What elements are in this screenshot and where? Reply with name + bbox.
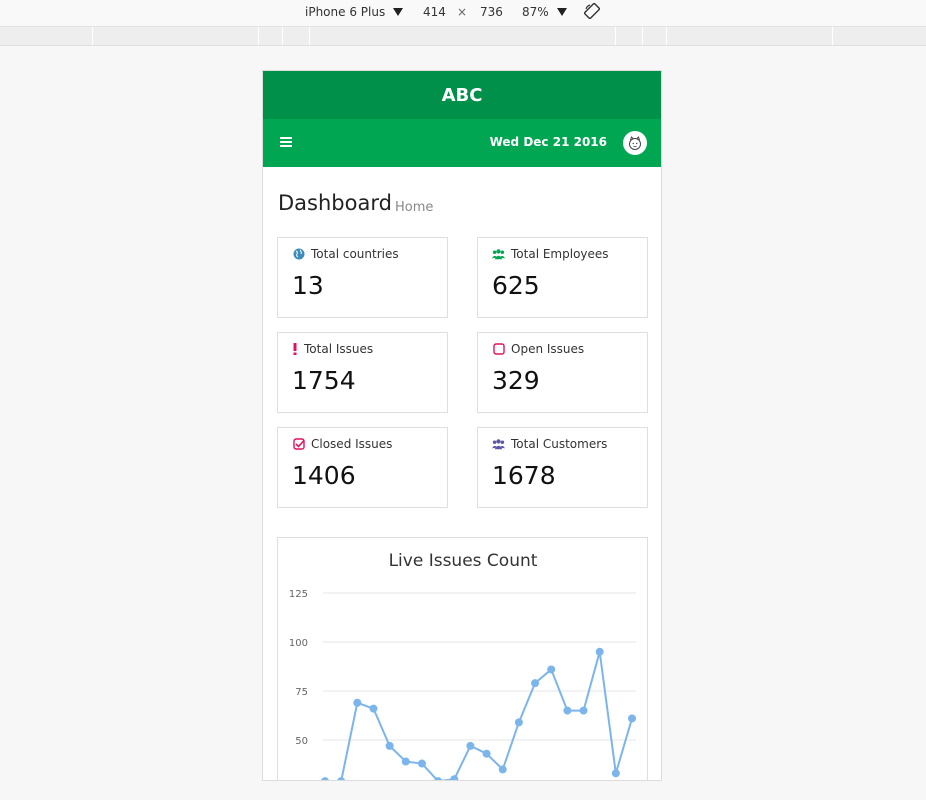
data-point[interactable] bbox=[595, 647, 604, 656]
stat-label: Open Issues bbox=[511, 342, 585, 356]
stats-grid: Total countries 13 Total Employees 625 T… bbox=[277, 237, 648, 533]
dimension-separator: × bbox=[457, 5, 468, 19]
series-issues bbox=[321, 647, 636, 781]
brand-bar: ABC bbox=[263, 71, 661, 119]
users-icon bbox=[492, 438, 505, 451]
stat-label: Total Employees bbox=[511, 247, 609, 261]
chart-grid bbox=[323, 592, 636, 741]
zoom-label: 87% bbox=[522, 5, 549, 19]
page-title: Dashboard bbox=[278, 191, 392, 215]
check-square-icon bbox=[292, 438, 305, 451]
stat-value: 1406 bbox=[292, 461, 356, 490]
y-tick-label: 100 bbox=[289, 638, 308, 649]
data-point[interactable] bbox=[401, 757, 410, 766]
y-axis-ticks: 125 100 75 50 bbox=[289, 589, 308, 747]
rotate-icon[interactable] bbox=[583, 2, 601, 22]
y-tick-label: 125 bbox=[289, 589, 308, 600]
data-point[interactable] bbox=[321, 777, 329, 781]
current-date: Wed Dec 21 2016 bbox=[489, 135, 607, 149]
square-icon bbox=[492, 343, 505, 356]
users-icon bbox=[492, 248, 505, 261]
data-point[interactable] bbox=[353, 698, 362, 707]
stat-card-total-issues[interactable]: Total Issues 1754 bbox=[277, 332, 448, 413]
data-point[interactable] bbox=[369, 704, 378, 713]
data-point[interactable] bbox=[498, 765, 507, 774]
data-point[interactable] bbox=[514, 718, 523, 727]
data-point[interactable] bbox=[482, 749, 491, 758]
chevron-down-icon bbox=[393, 8, 404, 16]
chart-title: Live Issues Count bbox=[389, 551, 538, 571]
stat-card-closed-issues[interactable]: Closed Issues 1406 bbox=[277, 427, 448, 508]
y-tick-label: 50 bbox=[295, 736, 308, 747]
stat-value: 625 bbox=[492, 271, 540, 300]
data-point[interactable] bbox=[628, 714, 636, 723]
avatar[interactable] bbox=[623, 131, 647, 155]
stat-value: 329 bbox=[492, 366, 540, 395]
stat-label: Total Issues bbox=[304, 342, 374, 356]
width-field[interactable]: 414 bbox=[423, 5, 446, 19]
device-label: iPhone 6 Plus bbox=[305, 5, 386, 19]
data-point[interactable] bbox=[466, 741, 475, 750]
stat-value: 1754 bbox=[292, 366, 356, 395]
series-line bbox=[340, 651, 633, 780]
stat-value: 13 bbox=[292, 271, 324, 300]
stat-card-open-issues[interactable]: Open Issues 329 bbox=[477, 332, 648, 413]
exclamation-icon bbox=[292, 343, 298, 356]
top-navbar: Wed Dec 21 2016 bbox=[263, 119, 661, 167]
breadcrumb[interactable]: Home bbox=[395, 200, 433, 215]
data-point[interactable] bbox=[531, 679, 540, 688]
data-point[interactable] bbox=[417, 759, 426, 768]
data-point[interactable] bbox=[547, 665, 556, 674]
data-point[interactable] bbox=[563, 706, 572, 715]
stat-label: Closed Issues bbox=[311, 437, 393, 451]
stat-card-total-customers[interactable]: Total Customers 1678 bbox=[477, 427, 648, 508]
user-avatar-icon bbox=[629, 136, 641, 150]
stat-card-total-employees[interactable]: Total Employees 625 bbox=[477, 237, 648, 318]
y-tick-label: 75 bbox=[295, 687, 308, 698]
live-issues-chart: Live Issues Count 125 100 75 50 bbox=[277, 537, 648, 781]
chart-canvas: Live Issues Count 125 100 75 50 bbox=[289, 551, 636, 781]
stat-label: Total Customers bbox=[511, 437, 608, 451]
brand-logo[interactable]: ABC bbox=[442, 85, 483, 106]
data-point[interactable] bbox=[385, 741, 394, 750]
globe-icon bbox=[292, 248, 305, 261]
data-point[interactable] bbox=[450, 775, 459, 781]
device-viewport: ABC Wed Dec 21 2016 Dashboard Home Total… bbox=[262, 70, 662, 781]
stat-value: 1678 bbox=[492, 461, 556, 490]
data-point[interactable] bbox=[611, 769, 620, 778]
devtools-toolbar: iPhone 6 Plus 414 × 736 87% bbox=[0, 0, 926, 27]
zoom-select[interactable]: 87% bbox=[522, 5, 567, 19]
device-select[interactable]: iPhone 6 Plus bbox=[305, 5, 404, 19]
stat-card-total-countries[interactable]: Total countries 13 bbox=[277, 237, 448, 318]
stat-label: Total countries bbox=[311, 247, 399, 261]
height-field[interactable]: 736 bbox=[480, 5, 503, 19]
data-point[interactable] bbox=[337, 777, 345, 781]
chevron-down-icon bbox=[556, 8, 567, 16]
data-point[interactable] bbox=[579, 706, 588, 715]
page-header: Dashboard Home bbox=[277, 167, 647, 237]
menu-icon[interactable] bbox=[280, 137, 292, 147]
device-ruler bbox=[0, 27, 926, 46]
